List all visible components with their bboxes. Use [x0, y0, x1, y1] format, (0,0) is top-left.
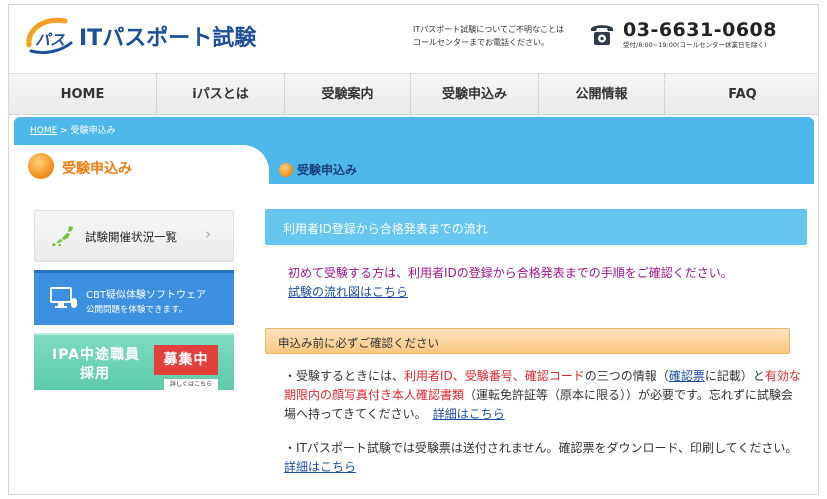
site-logo[interactable]: パス ITパスポート試験	[25, 15, 256, 57]
orange-dot-icon	[279, 162, 293, 177]
orange-dot-icon	[28, 153, 54, 179]
monitor-mouse-icon	[50, 287, 77, 308]
nav-exam-application[interactable]: 受験申込み	[411, 74, 539, 115]
phone-block: 03-6631-0608 受付/8:00~19:00(コールセンター休業日を除く…	[589, 19, 777, 50]
section-heading-flow: 利用者ID登録から合格発表までの流れ	[265, 209, 807, 245]
tab-label: 受験申込み	[297, 163, 358, 177]
intro-text: 初めて受験する方は、利用者IDの登録から合格発表までの手順をご確認ください。	[288, 266, 733, 280]
ipa-more-link[interactable]: 詳しくはこちら	[164, 379, 218, 390]
tab-exam-application-active[interactable]: 受験申込み	[14, 145, 269, 185]
notice-paragraph-1: ・受験するときには、利用者ID、受験番号、確認コードの三つの情報（確認票に記載）…	[284, 367, 804, 424]
nav-exam-guide[interactable]: 受験案内	[285, 74, 411, 115]
breadcrumb-home-link[interactable]: HOME	[30, 126, 57, 136]
breadcrumb-separator: >	[57, 126, 71, 136]
cbt-software-banner[interactable]: CBT疑似体験ソフトウェア 公開問題を体験できます。	[34, 270, 234, 325]
ipa-title-line2: 採用	[80, 366, 110, 382]
logo-text: ITパスポート試験	[79, 26, 257, 51]
breadcrumb-bar: HOME > 受験申込み 受験申込み 受験申込み	[14, 117, 814, 185]
ipa-recruit-banner[interactable]: IPA中途職員 採用 募集中 詳しくはこちら	[34, 333, 234, 390]
p1-text-a: ・受験するときには、	[284, 369, 405, 383]
logo-mark-text: パス	[35, 31, 65, 49]
ipass-logo-mark: パス	[25, 15, 77, 57]
recruiting-badge: 募集中	[154, 345, 218, 375]
cbt-title: CBT疑似体験ソフトウェア	[86, 290, 206, 301]
chevron-right-icon: ›	[205, 225, 211, 243]
p1-text-b: の三つの情報（	[584, 369, 669, 383]
details-link-1[interactable]: 詳細はこちら	[433, 407, 505, 421]
nav-faq[interactable]: FAQ	[665, 74, 818, 115]
notice-body: ・受験するときには、利用者ID、受験番号、確認コードの三つの情報（確認票に記載）…	[284, 367, 804, 492]
warning-heading-label: 申込み前に必ずご確認ください	[278, 336, 439, 350]
telephone-icon	[589, 21, 615, 47]
breadcrumb: HOME > 受験申込み	[30, 123, 116, 136]
japan-map-icon	[52, 226, 73, 246]
exam-status-list-button[interactable]: 試験開催状況一覧 ›	[34, 210, 234, 262]
site-header: パス ITパスポート試験 ITパスポート試験についてご不明なことは コールセンタ…	[9, 5, 818, 73]
page-frame: パス ITパスポート試験 ITパスポート試験についてご不明なことは コールセンタ…	[8, 4, 819, 495]
phone-hours: 受付/8:00~19:00(コールセンター休業日を除く)	[623, 41, 767, 49]
notice-line-2: コールセンターまでお電話ください。	[413, 38, 549, 47]
phone-number: 03-6631-0608	[623, 19, 777, 41]
nav-public-info[interactable]: 公開情報	[539, 74, 665, 115]
p2-text-a: ・ITパスポート試験では受験票は送付されません。確認票をダウンロード、印刷してく…	[284, 441, 792, 455]
exam-flow-link[interactable]: 試験の流れ図はこちら	[288, 285, 408, 299]
callcenter-notice: ITパスポート試験についてご不明なことは コールセンターまでお電話ください。	[413, 23, 583, 49]
p1-required-items: 利用者ID、受験番号、確認コード	[404, 369, 585, 383]
section-heading-label: 利用者ID登録から合格発表までの流れ	[283, 222, 488, 236]
intro-block: 初めて受験する方は、利用者IDの登録から合格発表までの手順をご確認ください。 試…	[288, 264, 808, 302]
breadcrumb-current: 受験申込み	[70, 126, 116, 136]
ipa-title-line1: IPA中途職員	[52, 347, 141, 363]
p1-text-c: に記載）と	[704, 369, 765, 383]
confirmation-slip-link[interactable]: 確認票	[669, 369, 705, 383]
exam-status-label: 試験開催状況一覧	[85, 230, 177, 244]
details-link-2[interactable]: 詳細はこちら	[284, 460, 356, 474]
nav-about-ipass[interactable]: iパスとは	[157, 74, 285, 115]
global-nav: HOME iパスとは 受験案内 受験申込み 公開情報 FAQ	[9, 73, 818, 115]
warning-heading: 申込み前に必ずご確認ください	[265, 328, 790, 354]
cbt-subtitle: 公開問題を体験できます。	[86, 305, 188, 315]
tab-active-label: 受験申込み	[62, 161, 132, 177]
notice-line-1: ITパスポート試験についてご不明なことは	[413, 25, 565, 34]
notice-paragraph-2: ・ITパスポート試験では受験票は送付されません。確認票をダウンロード、印刷してく…	[284, 439, 804, 477]
tab-exam-application[interactable]: 受験申込み	[279, 161, 357, 178]
nav-home[interactable]: HOME	[9, 74, 157, 115]
